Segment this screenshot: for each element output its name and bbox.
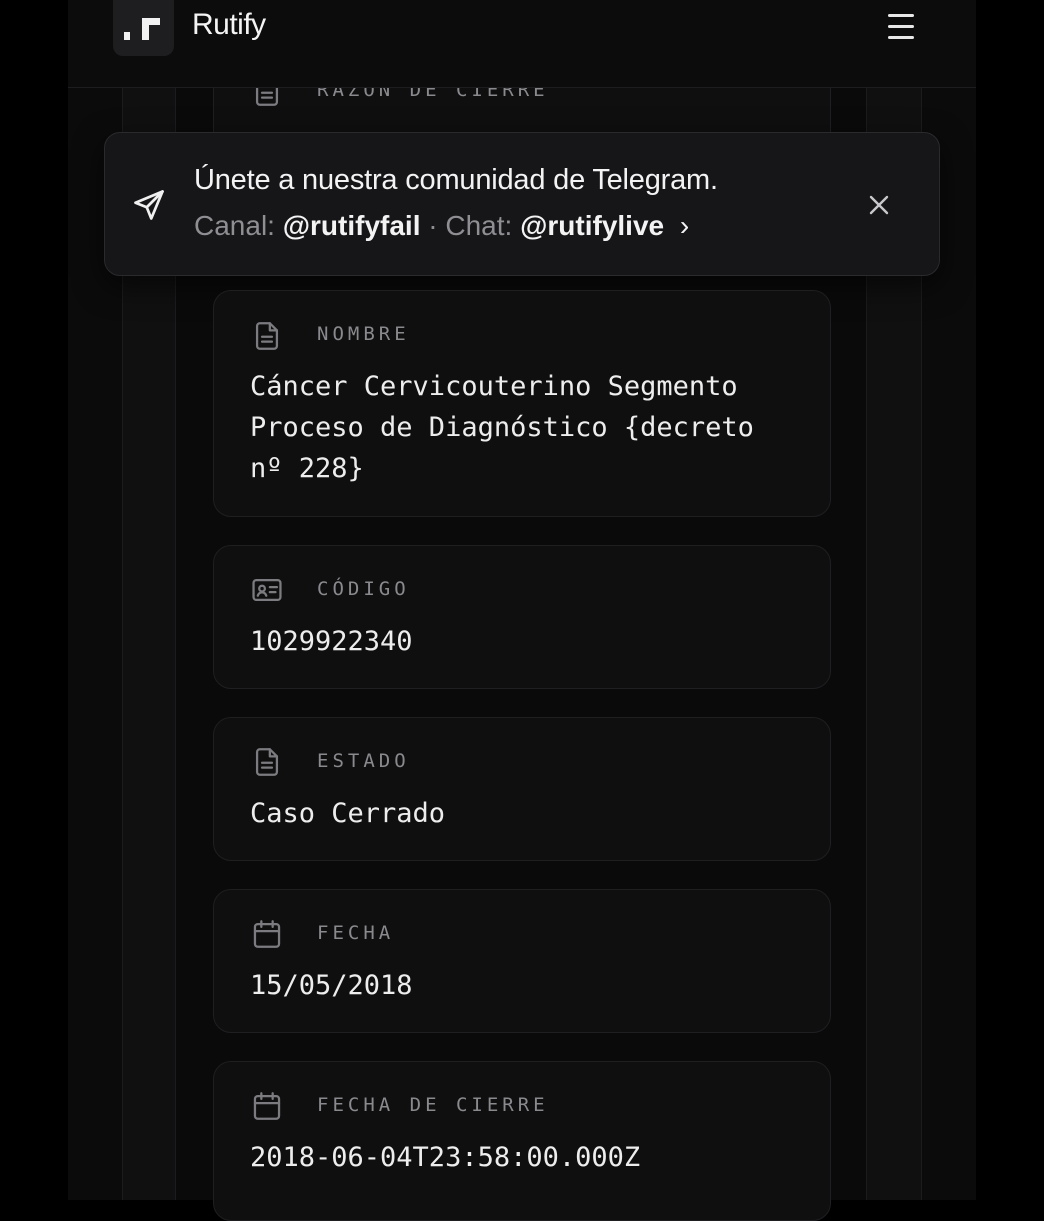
field-label: CÓDIGO bbox=[317, 578, 410, 600]
field-card-nombre: NOMBRE Cáncer Cervicouterino Segmento Pr… bbox=[213, 290, 831, 517]
banner-links: Canal: @rutifyfail · Chat: @rutifylive › bbox=[194, 210, 689, 242]
chevron-right-icon[interactable]: › bbox=[680, 210, 689, 241]
field-card-codigo: CÓDIGO 1029922340 bbox=[213, 545, 831, 689]
field-label: NOMBRE bbox=[317, 323, 410, 345]
field-card-fecha: FECHA 15/05/2018 bbox=[213, 889, 831, 1033]
send-icon bbox=[134, 190, 164, 220]
brand-name[interactable]: Rutify bbox=[192, 8, 266, 42]
logo-mark bbox=[142, 18, 160, 40]
banner-title: Únete a nuestra comunidad de Telegram. bbox=[194, 164, 718, 196]
field-label: ESTADO bbox=[317, 750, 410, 772]
channel-prefix: Canal: bbox=[194, 210, 275, 241]
document-icon bbox=[255, 748, 279, 776]
field-value: 15/05/2018 bbox=[250, 970, 413, 1001]
logo-dot bbox=[124, 32, 130, 40]
field-value: 2018-06-04T23:58:00.000Z bbox=[250, 1142, 641, 1173]
separator: · bbox=[428, 210, 438, 241]
field-label: FECHA DE CIERRE bbox=[317, 1094, 549, 1116]
chat-prefix: Chat: bbox=[445, 210, 513, 241]
chat-link[interactable]: @rutifylive bbox=[520, 210, 664, 241]
field-card-estado: ESTADO Caso Cerrado bbox=[213, 717, 831, 861]
field-card-fecha-de-cierre: FECHA DE CIERRE 2018-06-04T23:58:00.000Z bbox=[213, 1061, 831, 1221]
id-card-icon bbox=[252, 578, 282, 602]
field-value: Caso Cerrado bbox=[250, 798, 446, 829]
calendar-icon bbox=[253, 1092, 281, 1120]
field-value: 1029922340 bbox=[250, 626, 413, 657]
close-icon[interactable] bbox=[863, 189, 895, 221]
calendar-icon bbox=[253, 920, 281, 948]
channel-link[interactable]: @rutifyfail bbox=[283, 210, 421, 241]
field-label: FECHA bbox=[317, 922, 395, 944]
document-icon bbox=[255, 322, 279, 350]
field-value: Cáncer Cervicouterino Segmento Proceso d… bbox=[250, 371, 754, 484]
telegram-banner[interactable]: Únete a nuestra comunidad de Telegram. C… bbox=[104, 132, 940, 276]
hamburger-menu-icon[interactable] bbox=[884, 12, 918, 40]
